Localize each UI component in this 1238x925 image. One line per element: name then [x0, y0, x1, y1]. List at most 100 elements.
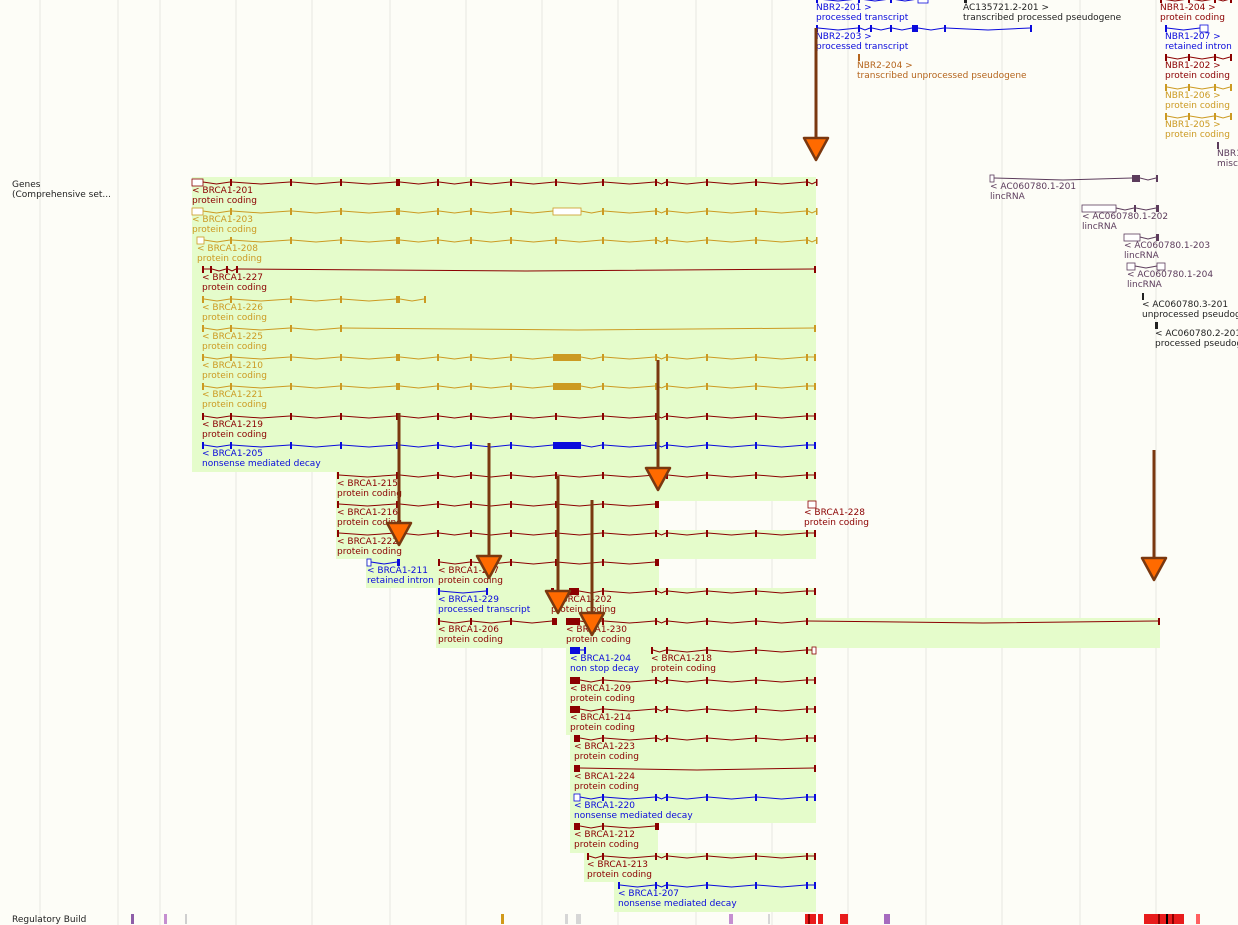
transcript-nbr1-205[interactable]: NBR1-205 > protein coding [1165, 111, 1238, 143]
transcript-brca1-218[interactable]: < BRCA1-218 protein coding [651, 645, 820, 677]
transcript-model[interactable] [202, 352, 820, 362]
regulatory-feature-mark [1172, 914, 1174, 924]
exon-block [555, 179, 557, 186]
transcript-ac060780.2-201[interactable]: < AC060780.2-201processed pseudogene [1155, 320, 1238, 352]
exon-block [230, 442, 232, 449]
exon-block [858, 54, 860, 61]
exon-block [290, 383, 292, 390]
transcript-model[interactable] [196, 235, 820, 245]
transcript-brca1-209[interactable]: < BRCA1-209 protein coding [570, 675, 820, 707]
transcript-brca1-208[interactable]: < BRCA1-208 protein coding [196, 235, 820, 267]
transcript-model[interactable] [202, 411, 820, 421]
transcript-brca1-214[interactable]: < BRCA1-214 protein coding [570, 704, 820, 736]
regulatory-feature[interactable] [884, 914, 890, 924]
exon-block [397, 559, 400, 566]
transcript-brca1-204[interactable]: < BRCA1-204 non stop decay [570, 645, 639, 677]
transcript-model[interactable] [202, 381, 820, 391]
regulatory-feature[interactable] [565, 914, 568, 924]
transcript-biotype: protein coding [202, 429, 267, 440]
transcript-brca1-212[interactable]: < BRCA1-212 protein coding [574, 821, 663, 853]
transcript-nbr2-204[interactable]: NBR2-204 > transcribed unprocessed pseudo… [857, 52, 1027, 84]
transcript-model[interactable] [337, 528, 820, 538]
transcript-brca1-230[interactable]: < BRCA1-230 protein coding [566, 616, 1164, 648]
regulatory-feature[interactable] [1196, 914, 1200, 924]
exon-block [755, 383, 757, 390]
regulatory-feature[interactable] [164, 914, 167, 924]
transcript-brca1-207[interactable]: < BRCA1-207 nonsense mediated decay [618, 880, 820, 912]
exon-block [814, 735, 816, 742]
transcript-brca1-228[interactable]: < BRCA1-228 protein coding [804, 499, 869, 531]
exon-block [816, 25, 818, 32]
transcript-brca1-201[interactable]: < BRCA1-201 protein coding [191, 177, 820, 209]
exon-block [555, 501, 557, 508]
transcript-brca1-213[interactable]: < BRCA1-213 protein coding [587, 851, 820, 883]
exon-block [437, 208, 439, 215]
transcript-model[interactable] [566, 616, 1164, 626]
transcript-brca1-203[interactable]: < BRCA1-203 protein coding [191, 206, 820, 238]
transcript-brca1-221[interactable]: < BRCA1-221 protein coding [202, 381, 820, 413]
exon-block [655, 853, 657, 860]
transcript-brca1-217[interactable]: < BRCA1-217 protein coding [438, 557, 663, 589]
transcript-brca1-206[interactable]: < BRCA1-206 protein coding [438, 616, 563, 648]
regulatory-feature[interactable] [729, 914, 733, 924]
regulatory-feature[interactable] [840, 914, 848, 924]
exon-block [470, 472, 472, 479]
transcript-brca1-215[interactable]: < BRCA1-215 protein coding [337, 470, 820, 502]
transcript-ac060780.3-201[interactable]: < AC060780.3-201unprocessed pseudogene [1142, 291, 1238, 323]
exon-block [337, 530, 339, 537]
intron-line [203, 415, 814, 419]
transcript-nbr1-206[interactable]: NBR1-206 > protein coding [1165, 82, 1238, 114]
transcript-ac060780.1-202[interactable]: < AC060780.1-202 lincRNA [1081, 203, 1168, 235]
transcript-biotype: protein coding [570, 693, 635, 704]
transcript-brca1-220[interactable]: < BRCA1-220 nonsense mediated decay [573, 792, 820, 824]
exon-block [1230, 0, 1232, 3]
transcript-brca1-224[interactable]: < BRCA1-224 protein coding [574, 763, 820, 795]
exon-block [602, 383, 604, 390]
transcript-brca1-223[interactable]: < BRCA1-223 protein coding [574, 733, 820, 765]
regulatory-feature[interactable] [131, 914, 134, 924]
transcript-brca1-222[interactable]: < BRCA1-222 protein coding [337, 528, 820, 560]
transcript-brca1-225[interactable]: < BRCA1-225 protein coding [202, 323, 820, 355]
transcript-nbr2-203[interactable]: NBR2-203 > processed transcript [816, 23, 1036, 55]
exon-block [655, 413, 657, 420]
transcript-nbr1-207[interactable]: NBR1-207 > retained intron [1165, 23, 1232, 55]
transcript-brca1-216[interactable]: < BRCA1-216 protein coding [337, 499, 663, 531]
exon-block [396, 501, 400, 508]
transcript-brca1-229[interactable]: < BRCA1-229 processed transcript [438, 586, 530, 618]
transcript-model[interactable] [191, 206, 820, 216]
transcript-nbr1-misc[interactable]: NBR1misc [1217, 140, 1238, 172]
transcript-ac060780.1-203[interactable]: < AC060780.1-203 lincRNA [1123, 232, 1210, 264]
exon-block [806, 882, 808, 889]
regulatory-feature[interactable] [501, 914, 504, 924]
transcript-brca1-226[interactable]: < BRCA1-226 protein coding [202, 294, 429, 326]
exon-block [1230, 54, 1232, 61]
exon-block [470, 179, 472, 186]
regulatory-feature[interactable] [768, 914, 770, 924]
transcript-biotype: processed transcript [816, 41, 909, 52]
transcript-model[interactable] [202, 264, 820, 274]
exon-block [655, 559, 657, 566]
transcript-model[interactable] [202, 323, 820, 333]
exon-block [340, 296, 342, 303]
exon-block [510, 442, 512, 449]
transcript-model[interactable] [202, 440, 820, 450]
regulatory-feature[interactable] [185, 914, 187, 924]
transcript-brca1-205[interactable]: < BRCA1-205 nonsense mediated decay [202, 440, 820, 472]
exon-block [202, 325, 204, 332]
transcript-nbr1-202[interactable]: NBR1-202 > protein coding [1165, 52, 1238, 84]
transcript-biotype: protein coding [337, 546, 402, 557]
transcript-ac060780.1-201[interactable]: < AC060780.1-201 lincRNA [989, 173, 1164, 205]
regulatory-feature[interactable] [576, 914, 581, 924]
transcript-model[interactable] [337, 470, 820, 480]
exon-block [655, 237, 657, 244]
transcript-brca1-210[interactable]: < BRCA1-210 protein coding [202, 352, 820, 384]
transcript-biotype: protein coding [438, 575, 503, 586]
regulatory-feature[interactable] [1144, 914, 1184, 924]
transcript-brca1-219[interactable]: < BRCA1-219 protein coding [202, 411, 820, 443]
transcript-model[interactable] [191, 177, 820, 187]
transcript-ac060780.1-204[interactable]: < AC060780.1-204 lincRNA [1126, 261, 1213, 293]
transcript-brca1-211[interactable]: < BRCA1-211 retained intron [366, 557, 434, 589]
transcript-brca1-227[interactable]: < BRCA1-227 protein coding [202, 264, 820, 296]
regulatory-feature[interactable] [805, 914, 823, 924]
transcript-brca1-202[interactable]: < BRCA1-202 protein coding [551, 586, 820, 618]
